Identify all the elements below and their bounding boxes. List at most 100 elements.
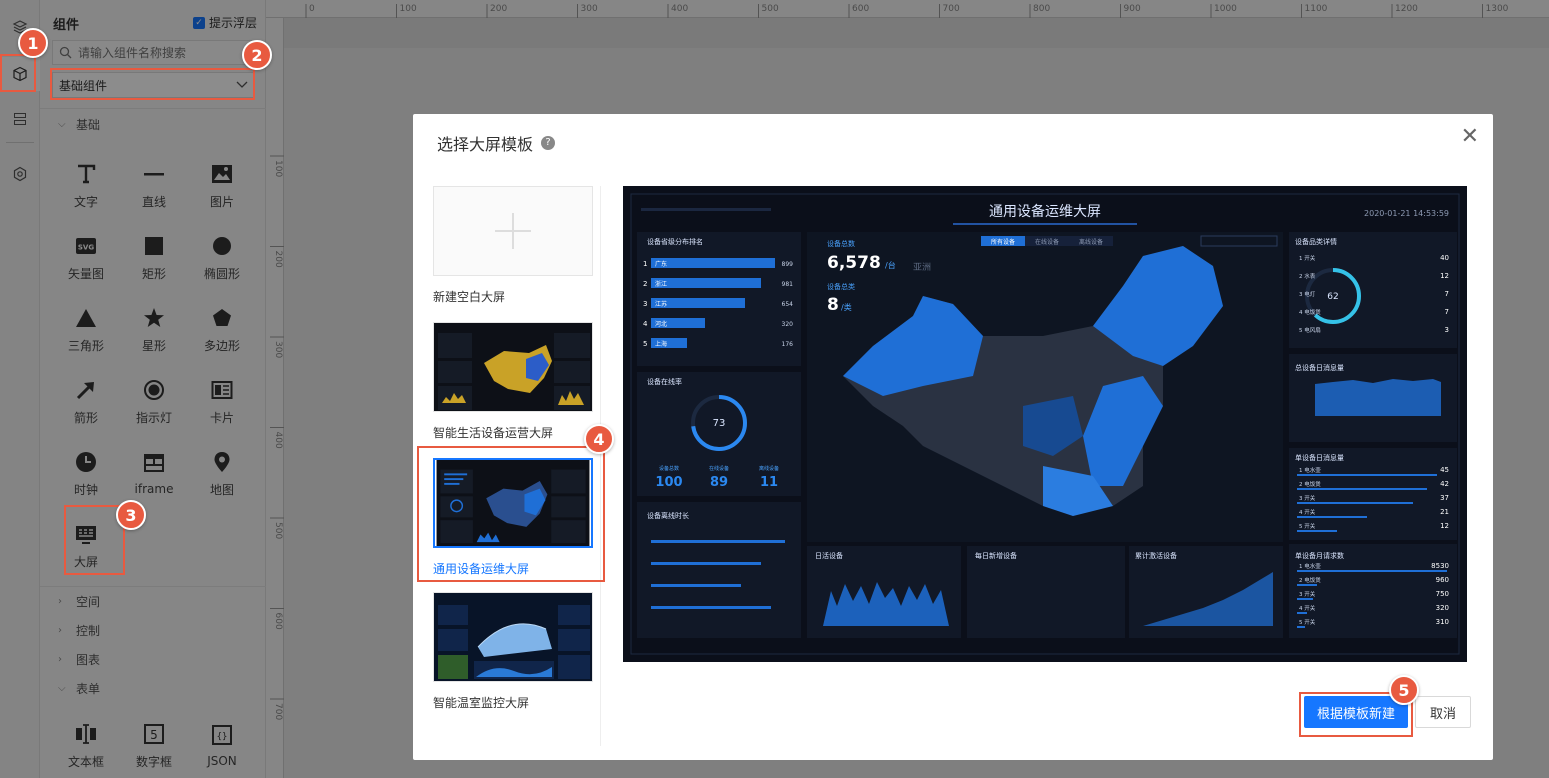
template-list: 新建空白大屏 智能生活设备运营大屏 通用设备运维大屏 智能温室监控大屏 <box>433 186 601 746</box>
template-preview: 通用设备运维大屏 2020-01-21 14:53:59 设备省级分布排名 设备… <box>623 186 1467 662</box>
row-name: 3 开关 <box>1299 590 1316 598</box>
row-value: 42 <box>1440 480 1449 488</box>
step-badge-2: 2 <box>242 40 272 70</box>
dashboard-tab: 离线设备 <box>1079 238 1103 246</box>
rank-number: 2 <box>643 280 647 288</box>
online-stat-value: 11 <box>760 475 778 490</box>
template-label: 通用设备运维大屏 <box>433 562 530 576</box>
row-name: 3 开关 <box>1299 494 1316 502</box>
row-value: 45 <box>1440 466 1449 474</box>
row-value: 320 <box>1436 604 1449 612</box>
dashboard-tab: 所有设备 <box>991 238 1015 246</box>
rank-number: 3 <box>643 300 647 308</box>
rank-name: 江苏 <box>655 300 667 308</box>
cancel-button[interactable]: 取消 <box>1415 696 1471 728</box>
row-name: 5 开关 <box>1299 618 1316 626</box>
online-percent: 73 <box>713 418 726 429</box>
row-value: 40 <box>1440 254 1449 262</box>
row-name: 2 水表 <box>1299 272 1316 280</box>
row-value: 8530 <box>1431 562 1449 570</box>
rank-value: 320 <box>782 321 794 328</box>
daily-title: 总设备日消息量 <box>1295 363 1344 372</box>
rank-name: 广东 <box>655 260 667 268</box>
template-label: 新建空白大屏 <box>433 290 506 304</box>
row-name: 5 电风扇 <box>1299 326 1321 334</box>
row-value: 12 <box>1440 522 1449 530</box>
rank-number: 4 <box>643 320 648 328</box>
smart-life-thumbnail <box>433 322 593 412</box>
total-label: 设备总数 <box>827 239 855 248</box>
online-stats: 设备总数 100 在线设备 89 离线设备 11 <box>655 465 779 490</box>
template-blank[interactable]: 新建空白大屏 <box>433 186 593 305</box>
row-name: 1 电水壶 <box>1299 466 1321 474</box>
template-label: 智能温室监控大屏 <box>433 696 530 710</box>
row-value: 310 <box>1436 618 1449 626</box>
rank-name: 河北 <box>655 320 667 328</box>
bottom-chart-title: 累计激活设备 <box>1135 551 1177 560</box>
rank-value: 654 <box>782 301 794 308</box>
total-value: 6,578 <box>827 253 881 273</box>
create-from-template-button[interactable]: 根据模板新建 <box>1304 696 1408 728</box>
rank-value: 981 <box>782 281 794 288</box>
offline-title: 设备离线时长 <box>647 511 689 520</box>
modal-title-row: 选择大屏模板 ? <box>437 131 556 155</box>
row-name: 4 开关 <box>1299 604 1316 612</box>
template-modal: 选择大屏模板 ? ✕ 新建空白大屏 智能生活设备运营大屏 通用设备运维大屏 智能… <box>413 114 1493 760</box>
template-general-device[interactable]: 通用设备运维大屏 <box>433 458 593 577</box>
dashboard-tab: 在线设备 <box>1035 238 1059 246</box>
rank-number: 1 <box>643 260 647 268</box>
row-name: 2 电饭煲 <box>1299 480 1321 488</box>
template-smart-life[interactable]: 智能生活设备运营大屏 <box>433 322 593 441</box>
step-badge-5: 5 <box>1389 675 1419 705</box>
online-stat-value: 89 <box>710 475 728 490</box>
plus-icon <box>495 213 531 249</box>
template-label: 智能生活设备运营大屏 <box>433 426 554 440</box>
rank-value: 176 <box>782 341 794 348</box>
online-title: 设备在线率 <box>647 377 682 386</box>
row-value: 37 <box>1440 494 1449 502</box>
row-value: 960 <box>1436 576 1449 584</box>
single-title: 单设备日消息量 <box>1295 453 1344 462</box>
types-label: 设备总类 <box>827 282 855 291</box>
row-name: 2 电饭煲 <box>1299 576 1321 584</box>
row-value: 21 <box>1440 508 1449 516</box>
modal-title: 选择大屏模板 <box>437 135 534 154</box>
general-device-thumbnail <box>433 458 593 548</box>
step-badge-1: 1 <box>18 28 48 58</box>
bottom-chart-title: 每日新增设备 <box>975 551 1017 560</box>
step-badge-4: 4 <box>584 424 614 454</box>
online-stat-label: 在线设备 <box>709 465 729 472</box>
row-name: 4 电饭煲 <box>1299 308 1321 316</box>
detail-percent: 62 <box>1327 292 1338 302</box>
online-stat-label: 离线设备 <box>759 465 779 472</box>
types-unit: /类 <box>841 302 852 312</box>
rank-name: 浙江 <box>655 280 667 288</box>
row-name: 5 开关 <box>1299 522 1316 530</box>
row-name: 4 开关 <box>1299 508 1316 516</box>
total-unit: /台 <box>885 260 896 270</box>
step-badge-3: 3 <box>116 500 146 530</box>
rank-name: 上海 <box>655 340 667 348</box>
row-value: 7 <box>1445 308 1449 316</box>
row-name: 1 开关 <box>1299 254 1316 262</box>
row-value: 750 <box>1436 590 1449 598</box>
rank-number: 5 <box>643 340 647 348</box>
rank-title: 设备省级分布排名 <box>647 237 703 246</box>
row-value: 3 <box>1445 326 1449 334</box>
dashboard-title: 通用设备运维大屏 <box>989 203 1101 220</box>
online-stat-value: 100 <box>655 475 682 490</box>
help-icon[interactable]: ? <box>541 136 556 150</box>
detail-title: 设备品类详情 <box>1295 237 1337 246</box>
greenhouse-thumbnail <box>433 592 593 682</box>
row-name: 1 电水壶 <box>1299 562 1321 570</box>
close-icon[interactable]: ✕ <box>1461 124 1479 149</box>
monthly-title: 单设备月请求数 <box>1295 551 1344 560</box>
row-name: 3 电灯 <box>1299 290 1316 298</box>
row-value: 7 <box>1445 290 1449 298</box>
rank-value: 899 <box>782 261 794 268</box>
row-value: 12 <box>1440 272 1449 280</box>
dashboard-datetime: 2020-01-21 14:53:59 <box>1364 209 1449 218</box>
bottom-chart-title: 日活设备 <box>815 551 843 560</box>
template-greenhouse[interactable]: 智能温室监控大屏 <box>433 592 593 711</box>
types-value: 8 <box>827 295 839 315</box>
